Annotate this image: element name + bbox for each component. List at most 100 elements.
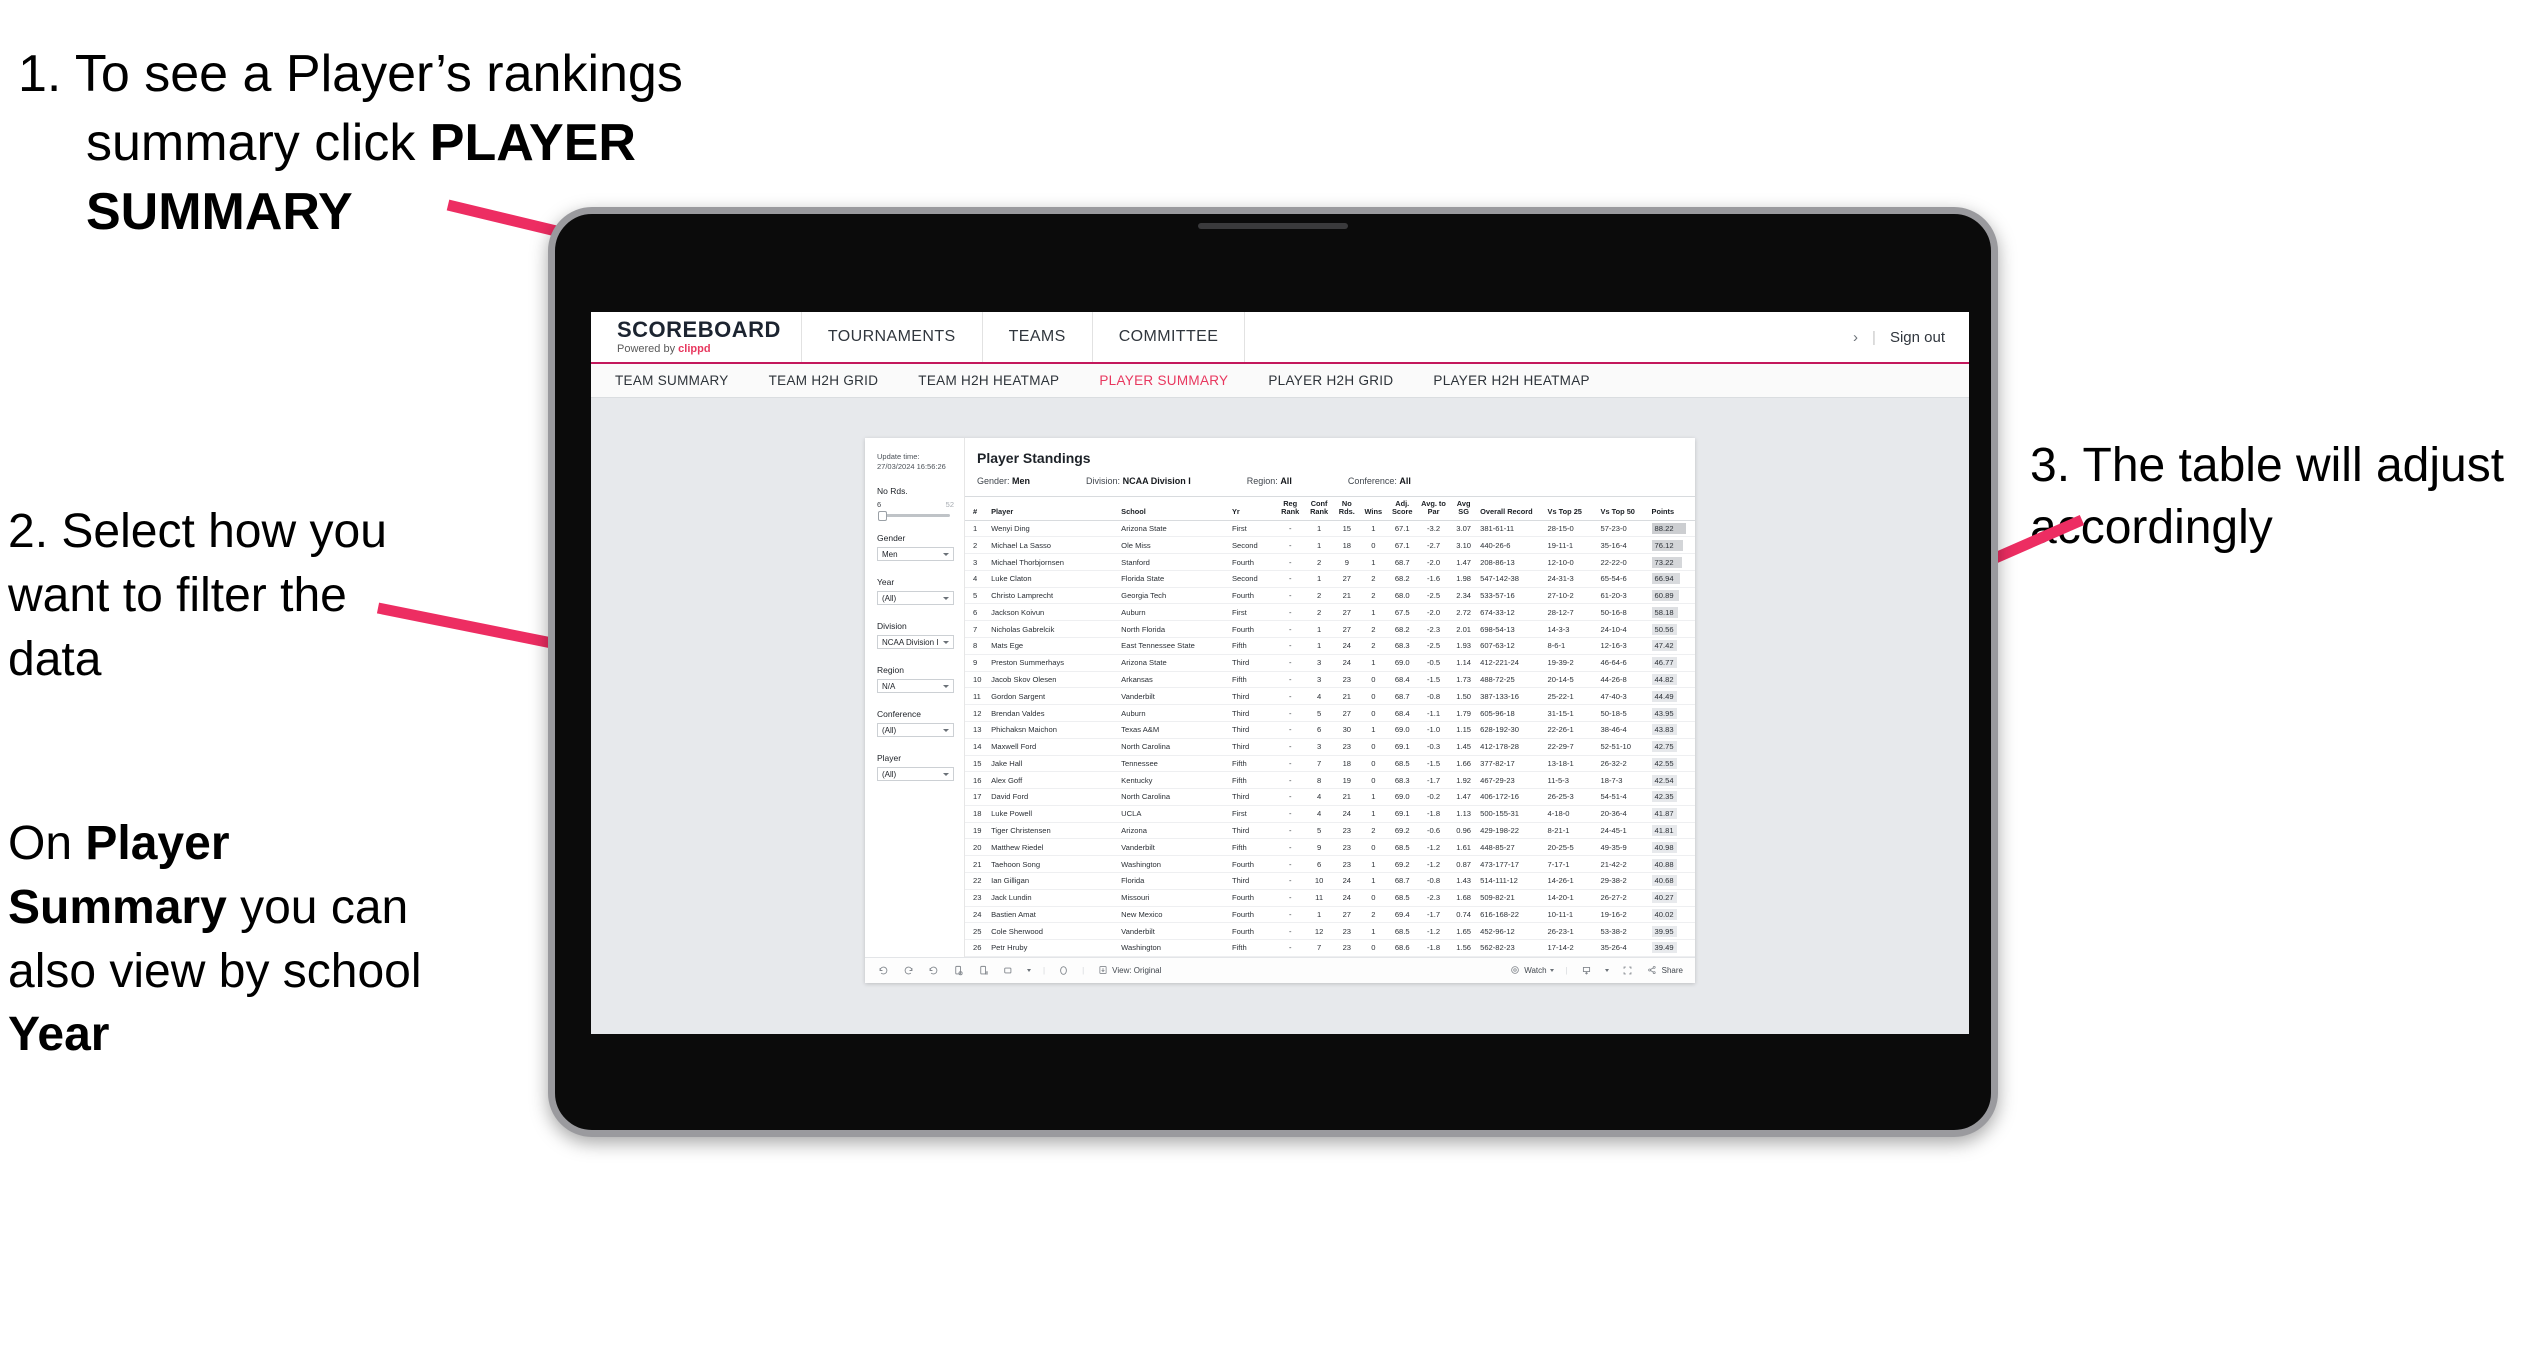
cell-no-rds: 24 (1333, 889, 1361, 907)
topnav-teams[interactable]: TEAMS (983, 312, 1093, 362)
tab-player-summary[interactable]: PLAYER SUMMARY (1099, 373, 1228, 388)
cell-reg-rank: - (1275, 822, 1305, 840)
cell-avg-to-par: -2.7 (1417, 536, 1450, 555)
table-row[interactable]: 3 Michael Thorbjornsen Stanford Fourth -2 9 1 6… (965, 553, 1695, 571)
sign-out-button[interactable]: Sign out (1890, 329, 1945, 346)
table-row[interactable]: 23 Jack Lundin Missouri Fourth -11 24 0 68.5 -2.… (965, 889, 1695, 907)
cell-conf-rank: 7 (1304, 755, 1334, 773)
download-icon[interactable] (1580, 964, 1593, 977)
col-vs-top-50[interactable]: Vs Top 50 (1598, 496, 1652, 521)
col-overall-record[interactable]: Overall Record (1478, 496, 1546, 521)
table-row[interactable]: 6 Jackson Koivun Auburn First -2 27 1 67.5 -2.0 2… (965, 603, 1695, 622)
table-row[interactable]: 15 Jake Hall Tennessee Fifth -7 18 0 68.5 -1.5 1.… (965, 755, 1695, 773)
table-row[interactable]: 20 Matthew Riedel Vanderbilt Fifth -9 23 0 68.5… (965, 838, 1695, 857)
col-rank[interactable]: # (965, 496, 990, 521)
table-row[interactable]: 5 Christo Lamprecht Georgia Tech Fourth -2 21… (965, 587, 1695, 605)
col-conf-rank[interactable]: Conf Rank (1304, 496, 1334, 521)
table-row[interactable]: 8 Mats Ege East Tennessee State Fifth -1 24 2 6… (965, 637, 1695, 655)
cell-vs-top-50: 35-16-4 (1598, 536, 1652, 555)
table-row[interactable]: 2 Michael La Sasso Ole Miss Second -1 18 0 67.1… (965, 536, 1695, 555)
view-original-button[interactable]: View: Original (1096, 964, 1161, 977)
table-row[interactable]: 19 Tiger Christensen Arizona Third -5 23 2 69.2… (965, 822, 1695, 840)
col-avg-sg[interactable]: Avg SG (1449, 496, 1479, 521)
pause-auto-update-icon[interactable] (977, 964, 990, 977)
table-row[interactable]: 4 Luke Claton Florida State Second -1 27 2 68.2… (965, 570, 1695, 588)
player-standings-dashboard: Update time: 27/03/2024 16:56:26 No Rds.… (865, 438, 1695, 983)
cell-reg-rank: - (1275, 755, 1305, 773)
slider-handle[interactable] (878, 510, 887, 521)
tab-team-summary[interactable]: TEAM SUMMARY (615, 373, 729, 388)
col-player[interactable]: Player (989, 496, 1120, 521)
points-value: 42.54 (1651, 774, 1677, 786)
table-row[interactable]: 21 Taehoon Song Washington Fourth -6 23 1 69.2-… (965, 855, 1695, 873)
topnav-committee[interactable]: COMMITTEE (1093, 312, 1246, 362)
col-reg-rank[interactable]: Reg Rank (1275, 496, 1305, 521)
table-row[interactable]: 26 Petr Hruby Washington Fifth -7 23 0 68.6 -1.8… (965, 939, 1695, 957)
tab-team-h2h-heatmap[interactable]: TEAM H2H HEATMAP (918, 373, 1059, 388)
brand-logo[interactable]: SCOREBOARD Powered by clippd (591, 312, 802, 362)
table-row[interactable]: 16 Alex Goff Kentucky Fifth -8 19 0 68.3 -1.7 1.9… (965, 771, 1695, 790)
division-select[interactable]: NCAA Division I (877, 635, 954, 650)
cell-no-rds: 23 (1333, 822, 1361, 840)
col-no-rds[interactable]: No Rds. (1333, 496, 1361, 521)
device-layout-caret-icon[interactable] (1027, 968, 1031, 972)
refresh-data-icon[interactable] (952, 964, 965, 977)
cell-vs-top-25: 14-20-1 (1545, 889, 1599, 907)
tab-player-h2h-heatmap[interactable]: PLAYER H2H HEATMAP (1433, 373, 1589, 388)
table-row[interactable]: 18 Luke Powell UCLA First -4 24 1 69.1 -1.8 1.13 5… (965, 805, 1695, 823)
cell-points: 40.88 (1651, 855, 1695, 873)
cell-school: New Mexico (1119, 906, 1230, 924)
col-avg-to-par[interactable]: Avg. to Par (1417, 496, 1450, 521)
table-row[interactable]: 13 Phichaksn Maichon Texas A&M Third -6 30 1 69… (965, 721, 1695, 739)
revert-icon[interactable] (927, 964, 940, 977)
cell-avg-to-par: -2.3 (1417, 889, 1450, 907)
cell-adj-score: 69.2 (1386, 855, 1418, 873)
cell-no-rds: 24 (1333, 654, 1361, 672)
col-adj-score[interactable]: Adj. Score (1386, 496, 1418, 521)
col-vs-top-25[interactable]: Vs Top 25 (1545, 496, 1599, 521)
cell-avg-sg: 1.43 (1449, 872, 1479, 890)
fullscreen-icon[interactable] (1621, 964, 1634, 977)
filter-division: Division NCAA Division I (877, 621, 954, 650)
watch-button[interactable]: Watch (1508, 964, 1554, 977)
gender-select[interactable]: Men (877, 547, 954, 562)
share-button[interactable]: Share (1646, 964, 1683, 977)
tab-player-h2h-grid[interactable]: PLAYER H2H GRID (1268, 373, 1393, 388)
cell-points: 40.98 (1651, 838, 1695, 857)
col-yr[interactable]: Yr (1229, 496, 1276, 521)
tab-team-h2h-grid[interactable]: TEAM H2H GRID (769, 373, 879, 388)
table-row[interactable]: 14 Maxwell Ford North Carolina Third -3 23 0 69… (965, 738, 1695, 756)
cell-vs-top-50: 26-27-2 (1598, 889, 1652, 907)
pause-icon[interactable] (1057, 964, 1070, 977)
table-row[interactable]: 10 Jacob Skov Olesen Arkansas Fifth -3 23 0 68.… (965, 671, 1695, 689)
table-row[interactable]: 25 Cole Sherwood Vanderbilt Fourth -12 23 1 68.… (965, 922, 1695, 941)
year-select[interactable]: (All) (877, 591, 954, 606)
undo-icon[interactable] (877, 964, 890, 977)
topnav-tournaments[interactable]: TOURNAMENTS (802, 312, 983, 362)
device-layout-icon[interactable] (1002, 964, 1015, 977)
table-row[interactable]: 17 David Ford North Carolina Third -4 21 1 69.0… (965, 788, 1695, 806)
cell-yr: Fourth (1229, 906, 1276, 924)
no-rounds-slider[interactable] (878, 510, 950, 521)
chevron-down-icon (943, 684, 949, 688)
chevron-right-icon[interactable]: › (1853, 329, 1858, 346)
region-select[interactable]: N/A (877, 679, 954, 694)
cell-avg-sg: 0.87 (1449, 855, 1479, 873)
table-row[interactable]: 12 Brendan Valdes Auburn Third -5 27 0 68.4 -1.1… (965, 704, 1695, 722)
col-points[interactable]: Points (1651, 496, 1695, 521)
cell-player: Taehoon Song (989, 855, 1120, 873)
table-row[interactable]: 9 Preston Summerhays Arizona State Third -3 2… (965, 654, 1695, 672)
download-caret-icon[interactable] (1604, 968, 1609, 972)
redo-icon[interactable] (902, 964, 915, 977)
player-select[interactable]: (All) (877, 767, 954, 782)
table-row[interactable]: 11 Gordon Sargent Vanderbilt Third -4 21 0 68.7… (965, 687, 1695, 706)
table-row[interactable]: 7 Nicholas Gabrelcik North Florida Fourth -1… (965, 620, 1695, 639)
topnav-spacer (1245, 312, 1853, 362)
chevron-down-icon (943, 640, 949, 644)
table-row[interactable]: 22 Ian Gilligan Florida Third -10 24 1 68.7 -0.8… (965, 872, 1695, 890)
conference-select[interactable]: (All) (877, 723, 954, 738)
table-row[interactable]: 24 Bastien Amat New Mexico Fourth -1 27 2 69.4-… (965, 906, 1695, 924)
col-wins[interactable]: Wins (1360, 496, 1387, 521)
col-school[interactable]: School (1119, 496, 1230, 521)
table-row[interactable]: 1 Wenyi Ding Arizona State First -1 15 1 67.1 -3… (965, 520, 1695, 538)
